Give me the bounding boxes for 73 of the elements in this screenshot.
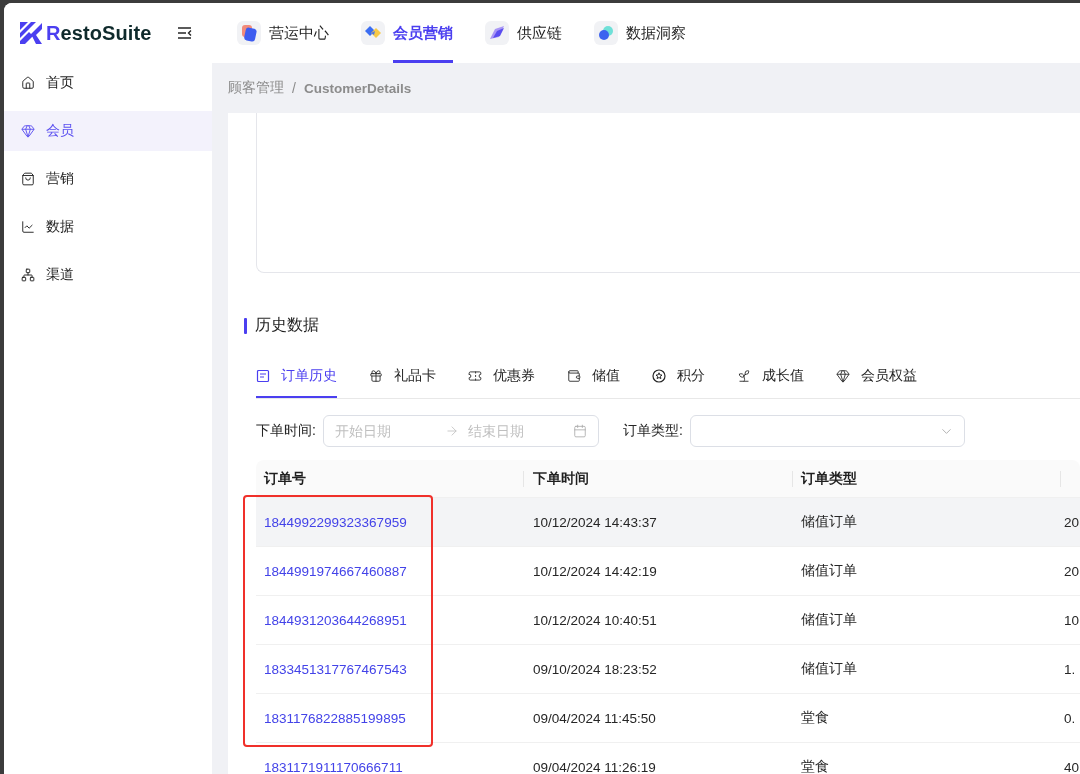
table-cell-text: 堂食	[800, 709, 830, 727]
tab[interactable]: 优惠券	[468, 355, 535, 398]
column-header: 下单时间	[533, 469, 589, 488]
table-cell-text: 20	[1063, 562, 1080, 581]
sidebar-item[interactable]: 首页	[4, 63, 212, 103]
order-number-link[interactable]: 1833451317767467543	[264, 661, 407, 677]
table-cell-text: 09/04/2024 11:26:19	[532, 758, 657, 774]
gem-icon	[836, 368, 850, 383]
tab[interactable]: 会员权益	[836, 355, 917, 398]
table-cell-text: 0.	[1063, 709, 1077, 728]
table-cell-text: 40	[1063, 758, 1080, 774]
logo-text: RestoSuite	[46, 21, 152, 45]
table-cell-text: 储值订单	[800, 562, 858, 580]
ticket-icon	[468, 368, 482, 383]
nav-tab[interactable]: 数据洞察	[594, 3, 686, 63]
menu-collapse-icon	[178, 27, 192, 39]
table-cell-text: 堂食	[800, 758, 830, 774]
sidebar-item[interactable]: 会员	[4, 111, 212, 151]
gem-icon	[21, 124, 35, 138]
table-cell-text: 1.	[1063, 660, 1077, 679]
end-date-input[interactable]: 结束日期	[467, 420, 573, 442]
order-number-link[interactable]: 1831171911170666711	[264, 759, 403, 774]
nav-tab[interactable]: 供应链	[485, 3, 562, 63]
wallet-icon	[567, 368, 581, 383]
gift-icon	[369, 368, 383, 383]
table-cell-text: 10/12/2024 10:40:51	[532, 611, 658, 630]
table-cell-text: 20	[1063, 513, 1080, 532]
document-icon	[256, 368, 270, 383]
logo-icon	[20, 22, 42, 44]
filter-label: 订单类型:	[622, 422, 683, 440]
tab[interactable]: 订单历史	[256, 355, 337, 398]
order-number-link[interactable]: 1844992299323367959	[264, 514, 407, 530]
stacked-squares-icon	[237, 21, 261, 45]
nav-tab[interactable]: 营运中心	[237, 3, 329, 63]
order-number-link[interactable]: 1844931203644268951	[264, 612, 407, 628]
arrow-right-icon	[444, 424, 459, 438]
table-cell-text: 10/12/2024 14:43:37	[532, 513, 658, 532]
order-number-link[interactable]: 1844991974667460887	[264, 563, 407, 579]
tab[interactable]: 积分	[652, 355, 705, 398]
column-header: 订单类型	[801, 469, 857, 488]
column-header: 订单号	[264, 469, 306, 488]
sprout-icon	[737, 368, 751, 383]
date-range-picker[interactable]: 开始日期 结束日期	[322, 415, 599, 447]
title-accent-bar	[244, 317, 247, 334]
table-cell-text: 储值订单	[800, 611, 858, 629]
start-date-input[interactable]: 开始日期	[334, 420, 439, 442]
tab[interactable]: 礼品卡	[369, 355, 436, 398]
star-circle-icon	[652, 368, 666, 383]
table-cell-text: 储值订单	[800, 660, 858, 678]
table-cell-text: 10/12/2024 14:42:19	[532, 562, 658, 581]
line-chart-icon	[21, 220, 35, 234]
nav-tab[interactable]: 会员营销	[361, 3, 453, 63]
breadcrumb-current: CustomerDetails	[303, 80, 412, 96]
sidebar-item[interactable]: 渠道	[4, 255, 212, 295]
table-cell-text: 储值订单	[800, 513, 858, 531]
menu-collapse-button[interactable]	[178, 27, 192, 39]
sidebar-item[interactable]: 营销	[4, 159, 212, 199]
filter-label: 下单时间:	[256, 422, 316, 440]
sidebar-item[interactable]: 数据	[4, 207, 212, 247]
breadcrumb-separator: /	[292, 80, 296, 96]
overlapping-circles-icon	[594, 21, 618, 45]
table-cell-text: 09/04/2024 11:45:50	[532, 709, 657, 728]
table-cell-text: 09/10/2024 18:23:52	[532, 660, 658, 679]
section-title: 历史数据	[255, 315, 319, 335]
home-icon	[21, 76, 35, 90]
tab[interactable]: 储值	[567, 355, 620, 398]
network-icon	[21, 268, 35, 282]
order-number-link[interactable]: 1831176822885199895	[264, 710, 406, 726]
slanted-shape-icon	[485, 21, 509, 45]
tab[interactable]: 成长值	[737, 355, 804, 398]
table-cell-text: 10	[1063, 611, 1080, 630]
calendar-icon	[572, 424, 587, 438]
bag-icon	[21, 172, 35, 186]
